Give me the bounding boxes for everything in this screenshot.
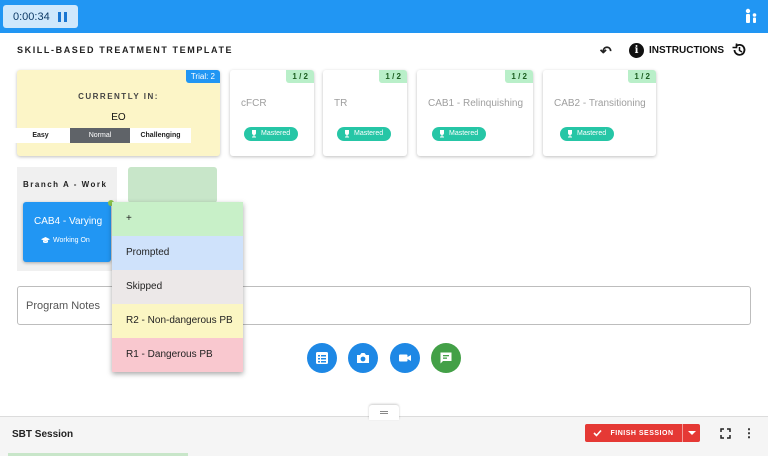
target-name: CAB1 - Relinquishing [428, 98, 524, 109]
camera-icon [357, 353, 369, 363]
branch-drop-slot[interactable] [128, 167, 217, 203]
mastered-badge: Mastered [244, 127, 299, 141]
timer-value: 0:00:34 [13, 10, 50, 23]
session-title: SBT Session [12, 429, 74, 440]
target-name: TR [334, 98, 348, 109]
menu-item-r2-non-dangerous[interactable]: R2 - Non-dangerous PB [112, 304, 243, 338]
working-status: Working On [41, 237, 90, 244]
current-target-card: Trial: 2 CURRENTLY IN: EO [17, 70, 220, 156]
info-icon[interactable]: i [629, 43, 644, 58]
menu-item-skipped[interactable]: Skipped [112, 270, 243, 304]
fullscreen-icon[interactable] [720, 428, 731, 439]
target-card-tr[interactable]: 1 / 2 TR Mastered [323, 70, 407, 156]
working-target-card[interactable]: CAB4 - Varying Working On [23, 200, 114, 262]
instructions-button[interactable]: INSTRUCTIONS [649, 45, 724, 56]
target-name: cFCR [241, 98, 267, 109]
difficulty-selector: Easy Normal Challenging [11, 128, 191, 143]
page-title: SKILL-BASED TREATMENT TEMPLATE [17, 45, 234, 55]
trial-response-menu: + Prompted Skipped R2 - Non-dangerous PB… [112, 202, 243, 372]
session-timer[interactable]: 0:00:34 [3, 5, 78, 28]
menu-item-r1-dangerous[interactable]: R1 - Dangerous PB [112, 338, 243, 372]
camera-button[interactable] [348, 343, 378, 373]
finish-session-main[interactable]: FINISH SESSION [585, 424, 682, 442]
undo-icon[interactable]: ↶ [600, 43, 612, 60]
chat-icon [440, 352, 452, 364]
chat-button[interactable] [431, 343, 461, 373]
target-ratio: 1 / 2 [628, 70, 656, 83]
video-icon [399, 354, 411, 362]
finish-options-dropdown[interactable] [682, 424, 700, 442]
currently-in-label: CURRENTLY IN: [78, 92, 159, 101]
video-button[interactable] [390, 343, 420, 373]
target-card-cab1[interactable]: 1 / 2 CAB1 - Relinquishing Mastered [417, 70, 533, 156]
top-bar: 0:00:34 [0, 0, 768, 33]
mastered-badge: Mastered [337, 127, 392, 141]
target-ratio: 1 / 2 [505, 70, 533, 83]
current-target-name: EO [111, 112, 126, 123]
menu-item-correct[interactable]: + [112, 202, 243, 236]
pause-icon[interactable] [57, 11, 67, 22]
notes-button[interactable] [307, 343, 337, 373]
history-icon[interactable] [731, 42, 747, 58]
difficulty-challenging-button[interactable]: Challenging [130, 128, 191, 143]
target-card-cab2[interactable]: 1 / 2 CAB2 - Transitioning Mastered [543, 70, 656, 156]
more-options-icon[interactable]: ⋮ [743, 427, 755, 439]
target-ratio: 1 / 2 [379, 70, 407, 83]
menu-item-prompted[interactable]: Prompted [112, 236, 243, 270]
graduation-cap-icon [41, 237, 50, 243]
trophy-icon [568, 130, 572, 138]
program-notes-label: Program Notes [26, 300, 100, 312]
finish-session-button[interactable]: FINISH SESSION [585, 424, 700, 442]
target-name: CAB2 - Transitioning [554, 98, 646, 109]
notes-icon [316, 352, 328, 364]
trophy-icon [440, 130, 444, 138]
mastered-badge: Mastered [432, 127, 487, 141]
trophy-icon [252, 130, 256, 138]
target-ratio: 1 / 2 [286, 70, 314, 83]
trial-badge: Trial: 2 [185, 70, 220, 83]
person-icon[interactable] [744, 8, 758, 24]
drawer-handle[interactable] [369, 405, 399, 420]
caret-down-icon [687, 431, 696, 435]
difficulty-normal-button[interactable]: Normal [70, 128, 130, 143]
difficulty-easy-button[interactable]: Easy [11, 128, 70, 143]
mastered-badge: Mastered [560, 127, 615, 141]
branch-title: Branch A - Work [23, 180, 108, 189]
check-icon [593, 429, 603, 437]
target-card-cfcr[interactable]: 1 / 2 cFCR Mastered [230, 70, 314, 156]
working-target-name: CAB4 - Varying [34, 216, 103, 227]
trophy-icon [345, 130, 349, 138]
